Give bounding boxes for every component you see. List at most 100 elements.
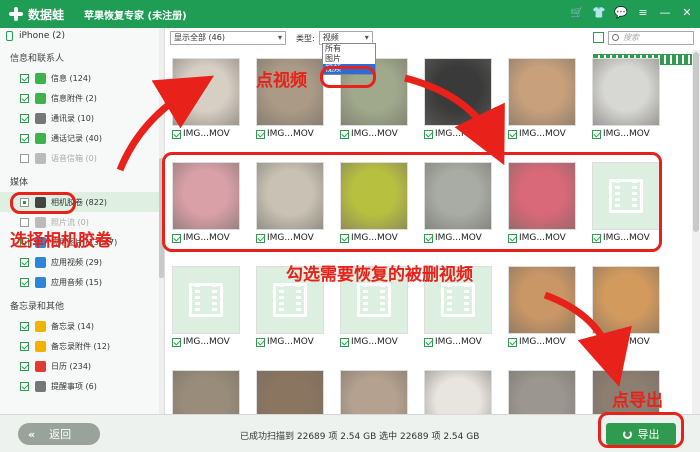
media-tile[interactable]: IMG...MOV xyxy=(256,370,326,414)
main-scroll-thumb[interactable] xyxy=(693,52,699,232)
tile-caption: IMG...MOV xyxy=(340,337,410,347)
tile-checkbox[interactable] xyxy=(256,337,265,347)
film-icon xyxy=(189,283,223,317)
tile-checkbox[interactable] xyxy=(172,129,181,139)
back-button[interactable]: « 返回 xyxy=(18,423,100,445)
category-icon xyxy=(35,340,46,352)
logo-text: 数据蛙 xyxy=(28,7,65,22)
media-tile[interactable]: IMG...MOV xyxy=(508,58,578,139)
media-tile[interactable]: IMG...MOV xyxy=(592,266,662,347)
video-thumbnail[interactable] xyxy=(508,370,576,414)
media-tile[interactable]: IMG...MOV xyxy=(340,370,410,414)
file-name: IMG...MOV xyxy=(183,337,230,347)
checkbox[interactable] xyxy=(20,73,29,83)
video-thumbnail[interactable] xyxy=(172,370,240,414)
sidebar-item[interactable]: 日历 (234) xyxy=(0,356,164,376)
video-thumbnail[interactable] xyxy=(256,370,324,414)
tile-checkbox[interactable] xyxy=(256,129,265,139)
sidebar: iPhone (2) 信息和联系人 信息 (124) 信息附件 (2) 通讯录 (10… xyxy=(0,28,165,414)
media-tile[interactable]: IMG...MOV xyxy=(424,58,494,139)
video-thumbnail[interactable] xyxy=(508,266,576,334)
checkbox[interactable] xyxy=(20,341,29,351)
menu-icon[interactable]: ≡ xyxy=(636,6,650,20)
list-view-icon[interactable] xyxy=(593,32,604,43)
media-tile[interactable]: IMG...MOV xyxy=(424,370,494,414)
file-name: IMG...MOV xyxy=(519,129,566,139)
video-placeholder-thumbnail[interactable] xyxy=(172,266,240,334)
tile-caption: IMG...MOV xyxy=(172,129,242,139)
sidebar-item[interactable]: 通讯录 (10) xyxy=(0,108,164,128)
checkbox[interactable] xyxy=(20,93,29,103)
main-scrollbar[interactable] xyxy=(692,50,700,414)
sidebar-item[interactable]: 应用音频 (15) xyxy=(0,272,164,292)
media-tile[interactable]: IMG...MOV xyxy=(172,58,242,139)
tile-caption: IMG...MOV xyxy=(592,337,662,347)
filter-select[interactable]: 显示全部 (46) xyxy=(170,31,286,45)
video-thumbnail[interactable] xyxy=(424,58,492,126)
sidebar-item[interactable]: 备忘录附件 (12) xyxy=(0,336,164,356)
video-thumbnail[interactable] xyxy=(592,58,660,126)
checkbox[interactable] xyxy=(20,133,29,143)
sidebar-item[interactable]: 信息 (124) xyxy=(0,68,164,88)
media-tile[interactable]: IMG...MOV xyxy=(172,370,242,414)
video-thumbnail[interactable] xyxy=(508,58,576,126)
close-icon[interactable]: ✕ xyxy=(680,6,694,20)
checkbox[interactable] xyxy=(20,153,29,163)
category-icon xyxy=(35,152,46,164)
tile-checkbox[interactable] xyxy=(592,337,601,347)
highlight-video-option xyxy=(320,66,376,88)
app-logo: 数据蛙 xyxy=(0,6,64,23)
checkbox[interactable] xyxy=(20,381,29,391)
tile-checkbox[interactable] xyxy=(508,337,517,347)
tile-checkbox[interactable] xyxy=(508,129,517,139)
type-option[interactable]: 所有 xyxy=(323,44,375,54)
checkbox[interactable] xyxy=(20,257,29,267)
video-thumbnail[interactable] xyxy=(172,58,240,126)
video-thumbnail[interactable] xyxy=(340,370,408,414)
search-input[interactable]: 搜索 xyxy=(608,31,694,45)
double-chevron-left-icon: « xyxy=(28,427,36,441)
checkbox[interactable] xyxy=(20,361,29,371)
tile-checkbox[interactable] xyxy=(340,129,349,139)
bottom-bar: « 返回 已成功扫描到 22689 项 2.54 GB 选中 22689 项 2… xyxy=(0,414,700,452)
sidebar-item-label: 日历 (234) xyxy=(51,361,92,371)
checkbox[interactable] xyxy=(20,277,29,287)
sidebar-item[interactable]: 提醒事项 (6) xyxy=(0,376,164,396)
tile-caption: IMG...MOV xyxy=(508,129,578,139)
tile-checkbox[interactable] xyxy=(424,129,433,139)
video-thumbnail[interactable] xyxy=(592,266,660,334)
type-option[interactable]: 图片 xyxy=(323,54,375,64)
tile-caption: IMG...MOV xyxy=(172,337,242,347)
media-tile[interactable]: IMG...MOV xyxy=(172,266,242,347)
file-name: IMG...MOV xyxy=(183,129,230,139)
sidebar-item[interactable]: 应用视频 (29) xyxy=(0,252,164,272)
cart-icon[interactable]: 🛒 xyxy=(570,6,584,20)
device-item[interactable]: iPhone (2) xyxy=(0,28,164,44)
file-name: IMG...MOV xyxy=(603,129,650,139)
sidebar-item[interactable]: 通话记录 (40) xyxy=(0,128,164,148)
shirt-icon[interactable]: 👕 xyxy=(592,6,606,20)
tile-checkbox[interactable] xyxy=(340,337,349,347)
media-tile[interactable]: IMG...MOV xyxy=(592,58,662,139)
tile-checkbox[interactable] xyxy=(424,337,433,347)
sidebar-item[interactable]: 备忘录 (14) xyxy=(0,316,164,336)
sidebar-item[interactable]: 语音信箱 (0) xyxy=(0,148,164,168)
sidebar-item[interactable]: 信息附件 (2) xyxy=(0,88,164,108)
view-toggle xyxy=(593,32,700,65)
checkbox[interactable] xyxy=(20,321,29,331)
minimize-icon[interactable]: — xyxy=(658,6,672,20)
toolbar: 显示全部 (46) 类型: 视频 搜索 xyxy=(166,28,700,65)
chat-icon[interactable]: 💬 xyxy=(614,6,628,20)
checkbox[interactable] xyxy=(20,113,29,123)
file-name: IMG...MOV xyxy=(351,337,398,347)
app-title: 苹果恢复专家 (未注册) xyxy=(84,10,187,22)
sidebar-item-label: 备忘录附件 (12) xyxy=(51,341,110,351)
media-tile[interactable]: IMG...MOV xyxy=(508,370,578,414)
tile-checkbox[interactable] xyxy=(172,337,181,347)
category-icon xyxy=(35,360,46,372)
category-icon xyxy=(35,320,46,332)
tile-checkbox[interactable] xyxy=(592,129,601,139)
media-tile[interactable]: IMG...MOV xyxy=(508,266,578,347)
video-thumbnail[interactable] xyxy=(424,370,492,414)
annotation-click-video: 点视频 xyxy=(256,71,307,91)
